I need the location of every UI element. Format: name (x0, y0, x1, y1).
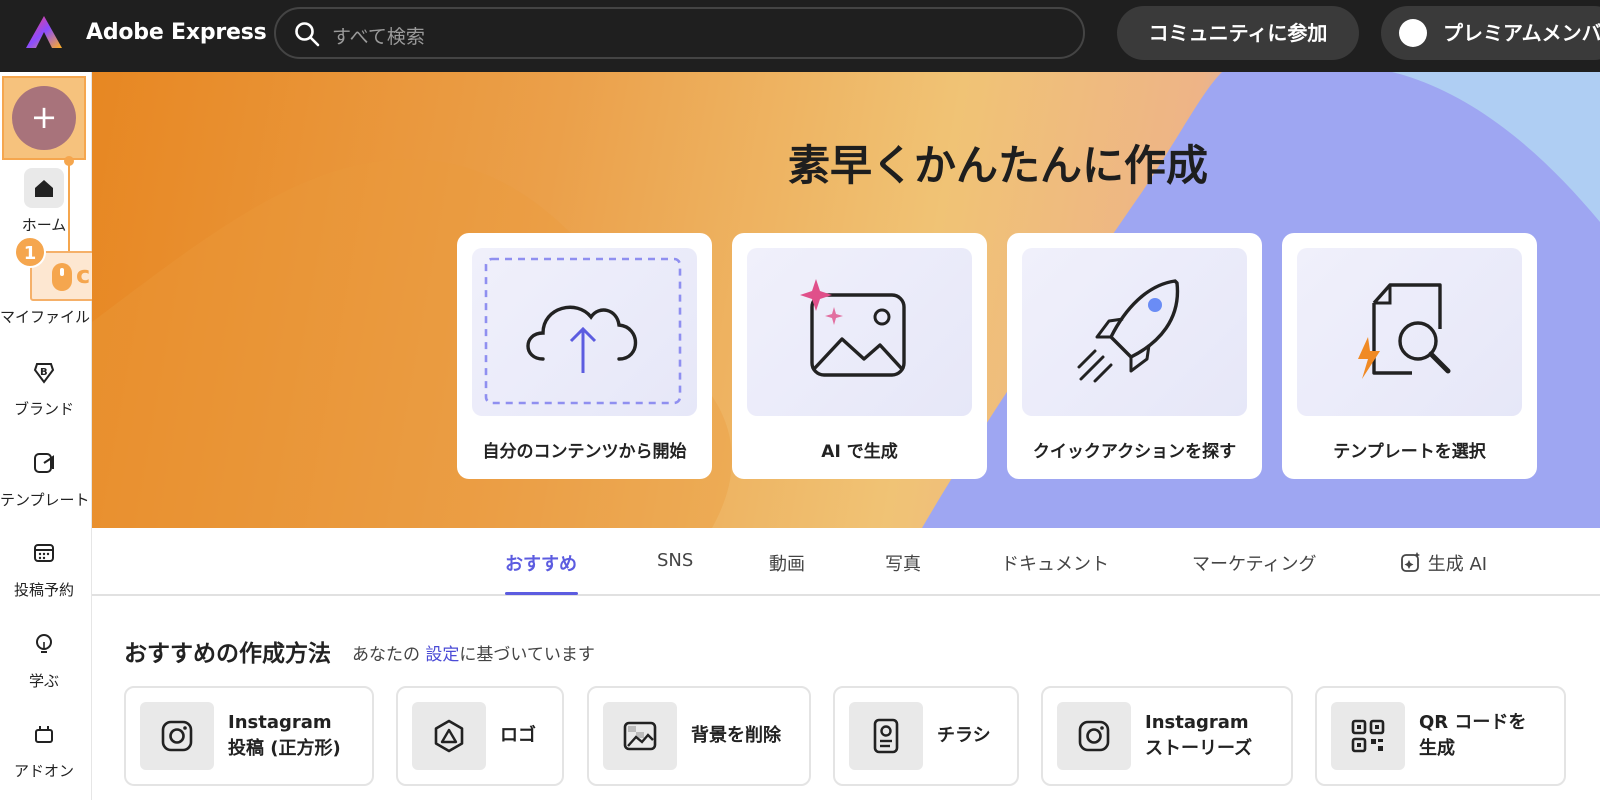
instagram-icon (1057, 702, 1131, 770)
sidebar-item-label: ホーム (21, 216, 67, 234)
create-new-button[interactable]: + (12, 86, 76, 150)
sidebar-item-label: マイファイル (0, 308, 91, 326)
annotation-line (68, 160, 70, 252)
calendar-icon (24, 533, 64, 573)
sparkle-icon (1401, 552, 1420, 572)
sidebar-item-label: アドオン (13, 762, 74, 780)
subtitle-text: に基づいています (459, 645, 595, 665)
sidebar-item-brand[interactable]: B ブランド (0, 352, 88, 419)
sidebar-item-addons[interactable]: アドオン (0, 714, 88, 781)
annotation-step-number: 1 (14, 236, 46, 268)
choose-template-card[interactable]: テンプレートを選択 (1282, 233, 1537, 479)
crown-icon (1399, 19, 1427, 47)
search-input[interactable]: すべて検索 (332, 22, 425, 49)
card-label: AI で生成 (821, 442, 898, 462)
category-tabs: おすすめ SNS 動画 写真 ドキュメント マーケティング 生成 AI (92, 528, 1600, 596)
create-button-highlight: + (2, 76, 86, 160)
svg-text:B: B (40, 367, 48, 378)
settings-link[interactable]: 設定 (425, 645, 459, 665)
card-label: テンプレートを選択 (1333, 442, 1486, 462)
hero-title: 素早くかんたんに作成 (787, 141, 1208, 190)
section-title: おすすめの作成方法 (124, 641, 331, 667)
tab-generative-ai[interactable]: 生成 AI (1400, 550, 1487, 576)
annotation-dot (64, 156, 74, 166)
adobe-express-logo-icon[interactable] (24, 14, 64, 50)
section-subtitle: あなたの 設定に基づいています (352, 640, 595, 665)
quick-item-label: Instagram ストーリーズ (1145, 712, 1253, 759)
quick-item-label: Instagram 投稿 (正方形) (228, 712, 341, 759)
sidebar-item-label: 学ぶ (28, 672, 59, 690)
active-tab-indicator (505, 592, 578, 595)
sidebar-item-templates[interactable]: テンプレート (0, 443, 90, 510)
tab-sns[interactable]: SNS (657, 550, 693, 571)
quick-create-instagram-post[interactable]: Instagram 投稿 (正方形) (124, 686, 374, 786)
sidebar-item-home[interactable]: ホーム (0, 168, 88, 235)
remove-background-icon (603, 702, 677, 770)
template-icon (24, 443, 64, 483)
app-title[interactable]: Adobe Express (86, 20, 267, 45)
quick-create-qr-code[interactable]: QR コードを 生成 (1315, 686, 1566, 786)
mouse-icon (52, 263, 72, 291)
sidebar-item-label: ブランド (13, 400, 74, 418)
quick-item-label: ロゴ (500, 725, 536, 746)
tab-photo[interactable]: 写真 (885, 550, 921, 576)
quick-actions-card[interactable]: クイックアクションを探す (1007, 233, 1262, 479)
instagram-icon (140, 702, 214, 770)
tab-video[interactable]: 動画 (769, 550, 805, 576)
brand-icon: B (24, 352, 64, 392)
qr-code-icon (1331, 702, 1405, 770)
tab-label: 生成 AI (1427, 554, 1488, 575)
tab-recommended[interactable]: おすすめ (505, 550, 577, 576)
join-community-button[interactable]: コミュニティに参加 (1117, 6, 1359, 60)
premium-label: プレミアムメンバー (1443, 21, 1600, 45)
card-label: クイックアクションを探す (1032, 442, 1237, 462)
quick-create-instagram-stories[interactable]: Instagram ストーリーズ (1041, 686, 1293, 786)
tab-marketing[interactable]: マーケティング (1192, 550, 1317, 576)
sidebar-item-schedule[interactable]: 投稿予約 (0, 533, 88, 600)
quick-create-logo[interactable]: ロゴ (396, 686, 564, 786)
card-label: 自分のコンテンツから開始 (482, 442, 687, 462)
flyer-icon (849, 702, 923, 770)
sidebar-item-label: 投稿予約 (13, 581, 74, 599)
quick-create-flyer[interactable]: チラシ (833, 686, 1019, 786)
hero-banner: 素早くかんたんに作成 自分のコンテンツから開始 AI で生成 クイックアクション… (92, 72, 1600, 528)
quick-create-remove-background[interactable]: 背景を削除 (587, 686, 811, 786)
top-bar: Adobe Express すべて検索 コミュニティに参加 プレミアムメンバー (0, 0, 1600, 72)
logo-icon (412, 702, 486, 770)
quick-item-label: 背景を削除 (691, 725, 781, 746)
sidebar-item-learn[interactable]: 学ぶ (0, 624, 88, 691)
start-from-content-card[interactable]: 自分のコンテンツから開始 (457, 233, 712, 479)
lightbulb-icon (24, 624, 64, 664)
home-icon (24, 168, 64, 208)
addon-icon (24, 714, 64, 754)
generate-with-ai-card[interactable]: AI で生成 (732, 233, 987, 479)
quick-item-label: チラシ (937, 725, 991, 746)
premium-button[interactable]: プレミアムメンバー (1381, 6, 1600, 60)
tab-document[interactable]: ドキュメント (1001, 550, 1109, 576)
search-icon (295, 22, 320, 47)
subtitle-text: あなたの (352, 645, 420, 665)
search-bar[interactable]: すべて検索 (274, 7, 1085, 59)
sidebar-item-label: テンプレート (0, 491, 90, 509)
quick-item-label: QR コードを 生成 (1419, 712, 1527, 759)
